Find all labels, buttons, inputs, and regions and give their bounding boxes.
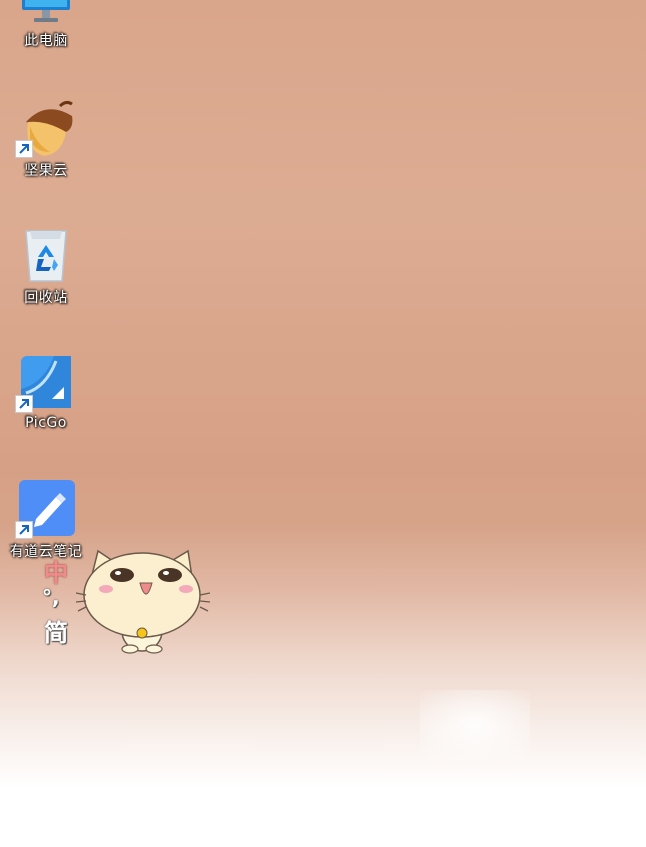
ime-punctuation[interactable]: °, [42,585,60,609]
shortcut-arrow-icon [15,521,33,539]
monitor-icon [16,0,76,28]
desktop-icon-label: 坚果云 [24,163,68,179]
desktop-icon-label: 此电脑 [24,33,68,49]
acorn-icon [15,98,76,158]
shortcut-arrow-icon [15,395,33,413]
desktop: 此电脑 坚果云 回收站 PicGo 有道云笔记 中 °, 简 [0,0,646,847]
desktop-icon-picgo[interactable]: PicGo [4,353,88,431]
ime-status-widget[interactable]: 中 °, 简 [36,545,216,660]
desktop-icon-label: PicGo [25,415,67,431]
ime-mode-chinese[interactable]: 中 [44,553,68,588]
shortcut-arrow-icon [15,140,33,158]
desktop-icon-jianguoyun[interactable]: 坚果云 [4,98,88,180]
youdao-note-icon [15,479,76,539]
desktop-icon-this-pc[interactable]: 此电脑 [4,0,88,50]
recycle-bin-icon [16,225,76,285]
desktop-icon-recycle-bin[interactable]: 回收站 [4,225,88,307]
ime-script-simplified[interactable]: 简 [44,613,68,648]
picgo-icon [15,353,76,413]
desktop-icon-label: 回收站 [24,290,68,306]
